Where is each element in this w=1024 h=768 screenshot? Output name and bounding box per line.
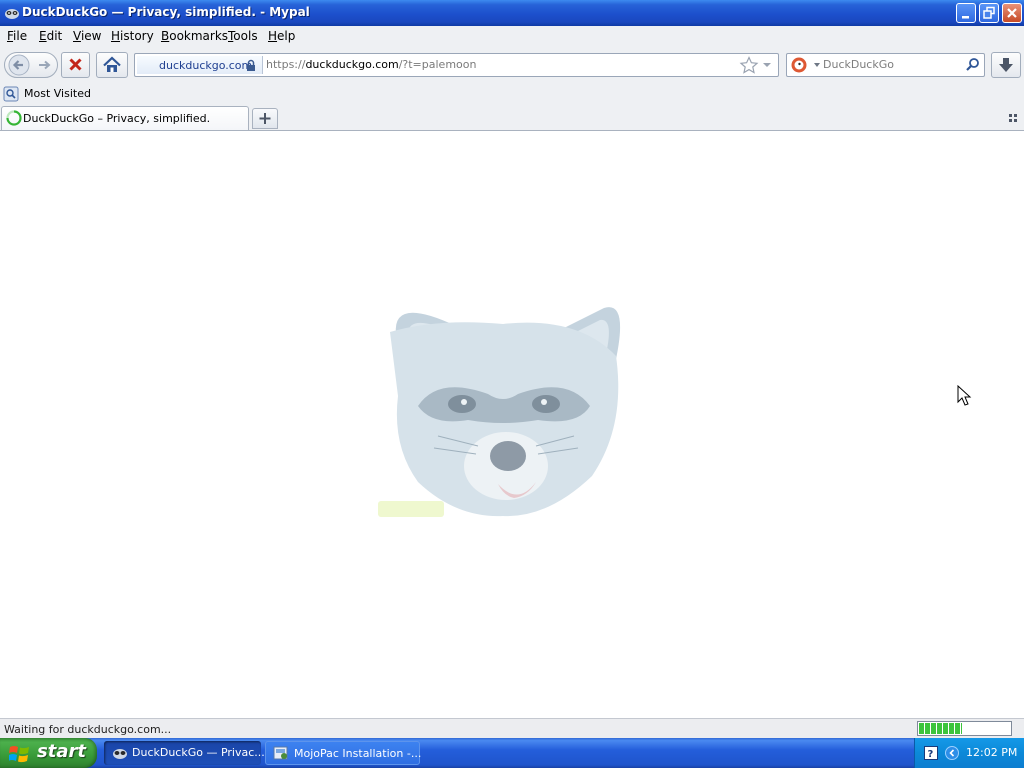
bookmark-most-visited[interactable]: Most Visited [3, 85, 91, 103]
menu-file[interactable]: File [7, 29, 27, 43]
url-text[interactable]: https://duckduckgo.com/?t=palemoon [266, 58, 476, 71]
window-title: DuckDuckGo — Privacy, simplified. - Mypa… [22, 5, 310, 19]
mypal-app-icon [5, 9, 19, 19]
lock-icon [247, 59, 255, 71]
tab-strip: DuckDuckGo – Privacy, simplified. [0, 105, 1024, 130]
status-text: Waiting for duckduckgo.com... [4, 723, 172, 736]
taskbar-button-mojopac[interactable]: MojoPac Installation -... [265, 741, 422, 765]
minimize-button[interactable] [956, 3, 976, 23]
back-arrow-icon [8, 54, 30, 76]
task-label: DuckDuckGo — Privac... [132, 746, 265, 759]
site-identity-label: duckduckgo.com [159, 59, 253, 72]
page-content [0, 131, 1024, 718]
url-dropdown-icon[interactable] [761, 58, 773, 72]
search-bar[interactable]: DuckDuckGo [786, 53, 985, 77]
browser-chrome: File Edit View History Bookmarks Tools H… [0, 26, 1024, 131]
search-placeholder: DuckDuckGo [823, 58, 894, 71]
new-tab-button[interactable] [252, 108, 278, 129]
search-engine-ddg-icon[interactable] [790, 56, 822, 74]
taskbar: start DuckDuckGo — Privac... MojoPac Ins… [0, 738, 1024, 768]
most-visited-folder-icon [3, 86, 19, 102]
mypal-task-icon [113, 749, 127, 759]
close-icon [1007, 8, 1017, 18]
svg-text:?: ? [928, 749, 934, 760]
help-tray-icon[interactable]: ? [924, 746, 938, 760]
forward-arrow-icon [39, 60, 51, 70]
title-bar[interactable]: DuckDuckGo — Privacy, simplified. - Mypa… [0, 0, 1024, 26]
start-button[interactable]: start [0, 738, 97, 768]
download-arrow-icon [999, 58, 1013, 72]
show-hidden-icons-chevron-icon[interactable] [945, 746, 959, 760]
start-label: start [37, 741, 86, 762]
home-icon [103, 56, 121, 72]
bookmarks-toolbar: Most Visited [0, 83, 1024, 105]
menu-history[interactable]: History [111, 29, 154, 43]
stop-button[interactable] [61, 52, 90, 78]
progress-fill [919, 723, 962, 734]
bookmark-star-icon[interactable] [739, 56, 759, 74]
restore-button[interactable] [979, 3, 999, 23]
home-button[interactable] [96, 52, 128, 78]
windows-logo-icon [9, 746, 29, 763]
plus-icon [259, 113, 271, 124]
url-bar[interactable]: duckduckgo.com https://duckduckgo.com/?t… [134, 53, 779, 77]
status-bar: Waiting for duckduckgo.com... [0, 718, 1024, 739]
site-identity-button[interactable]: duckduckgo.com [137, 56, 263, 74]
search-magnifier-icon[interactable] [965, 57, 981, 73]
most-visited-label: Most Visited [24, 87, 91, 100]
tab-title: DuckDuckGo – Privacy, simplified. [23, 112, 211, 125]
mouse-cursor-icon [957, 385, 972, 406]
downloads-button[interactable] [991, 52, 1021, 78]
forward-button[interactable] [34, 53, 56, 77]
restore-icon [983, 6, 995, 19]
menu-help[interactable]: Help [268, 29, 295, 43]
clock: 12:02 PM [966, 746, 1018, 759]
menu-view[interactable]: View [73, 29, 101, 43]
navigation-toolbar: duckduckgo.com https://duckduckgo.com/?t… [0, 48, 1024, 80]
raccoon-logo [378, 307, 621, 517]
minimize-icon [962, 16, 969, 19]
close-button[interactable] [1002, 3, 1022, 23]
taskbar-button-duckduckgo[interactable]: DuckDuckGo — Privac... [104, 741, 265, 765]
system-tray: ? 12:02 PM [914, 738, 1024, 768]
menu-tools[interactable]: Tools [228, 29, 258, 43]
page-load-progress [917, 721, 1012, 736]
tab-list-icon[interactable] [1008, 113, 1020, 125]
menu-bar: File Edit View History Bookmarks Tools H… [0, 26, 1024, 46]
installer-task-icon [273, 746, 288, 760]
task-label: MojoPac Installation -... [294, 747, 422, 760]
back-button[interactable] [6, 53, 32, 77]
tab-duckduckgo[interactable]: DuckDuckGo – Privacy, simplified. [1, 106, 249, 130]
menu-bookmarks[interactable]: Bookmarks [161, 29, 228, 43]
stop-x-icon [69, 58, 82, 71]
back-forward-group [4, 52, 58, 78]
menu-edit[interactable]: Edit [39, 29, 62, 43]
loading-throbber-icon [6, 110, 22, 126]
